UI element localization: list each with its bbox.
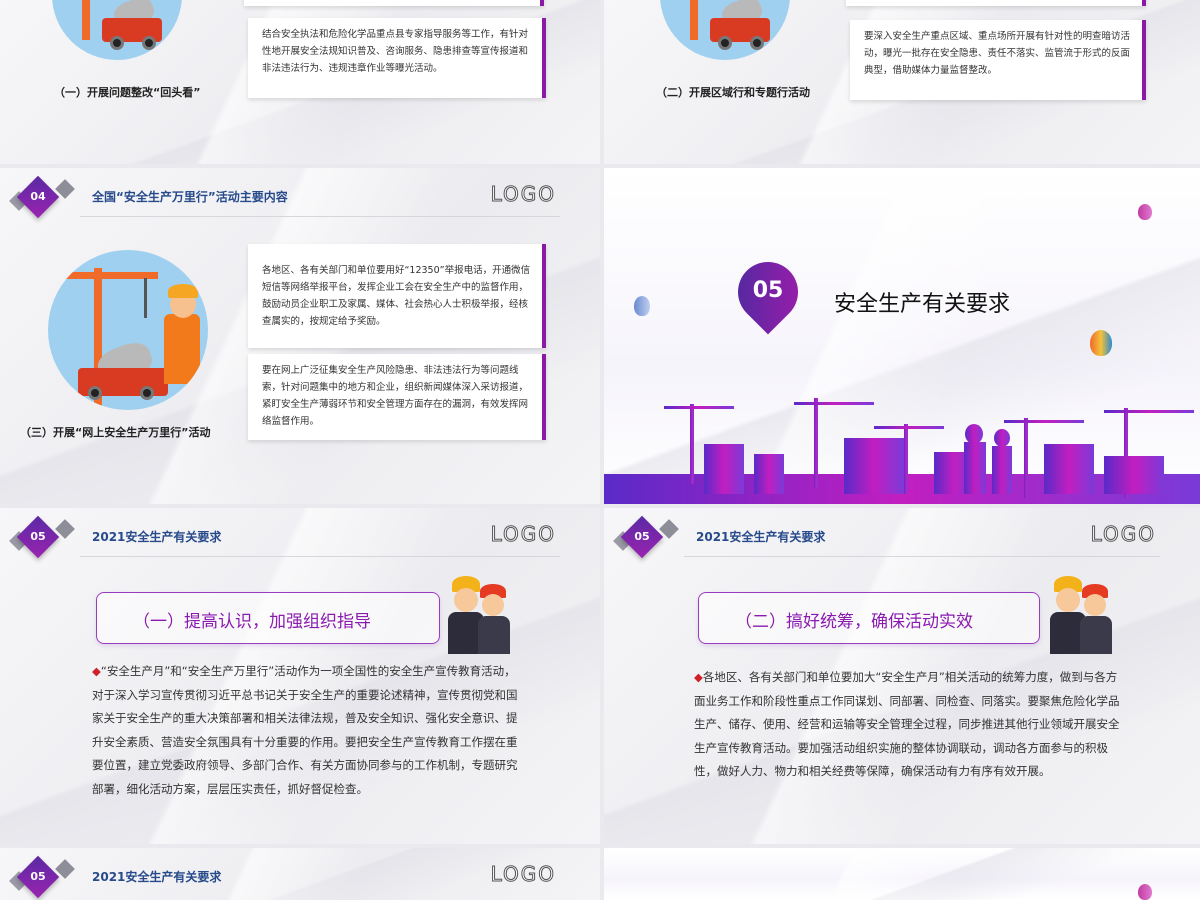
info-box-2: 要在网上广泛征集安全生产风险隐患、非法违法行为等问题线索，针对问题集中的地方和企… <box>248 354 546 440</box>
slide-header: 05 2021安全生产有关要求 LOGO <box>604 515 1200 566</box>
illustration-caption: （一）开展问题整改“回头看” <box>54 86 201 99</box>
hot-air-balloon-icon <box>634 296 650 316</box>
heading-text: （二）搞好统筹，确保活动实效 <box>735 612 973 632</box>
slide-thumbnail-04[interactable]: 04 全国“安全生产万里行”活动主要内容 LOGO （三）开展“网上安全生产万里… <box>0 168 600 504</box>
logo-placeholder: LOGO <box>490 182 556 207</box>
header-divider <box>80 216 560 217</box>
section-badge-number: 05 <box>30 870 46 883</box>
section-title: 安全生产有关要求 <box>834 292 1011 317</box>
hot-air-balloon-icon <box>1090 330 1112 356</box>
city-skyline-silhouette <box>604 398 1200 504</box>
slide-thumbnail-top-left[interactable]: 结合安全执法和危险化学品重点县专家指导服务等工作，有针对性地开展安全法规知识普及… <box>0 0 600 164</box>
info-box: 要深入安全生产重点区域、重点场所开展有针对性的明查暗访活动，曝光一批存在安全隐患… <box>850 20 1146 100</box>
bullet-diamond-icon: ◆ <box>694 670 703 684</box>
slide-thumbnail-05a[interactable]: 05 2021安全生产有关要求 LOGO （一）提高认识，加强组织指导 ◆“安全… <box>0 508 600 844</box>
slide-title: 2021安全生产有关要求 <box>696 530 826 544</box>
hot-air-balloon-icon <box>1138 884 1152 900</box>
body-paragraph-text: “安全生产月”和“安全生产万里行”活动作为一项全国性的安全生产宣传教育活动，对于… <box>92 664 518 796</box>
slide-header: 05 2021安全生产有关要求 LOGO <box>0 855 600 900</box>
slide-thumbnail-05b[interactable]: 05 2021安全生产有关要求 LOGO （二）搞好统筹，确保活动实效 ◆各地区… <box>604 508 1200 844</box>
info-box-2-text: 要在网上广泛征集安全生产风险隐患、非法违法行为等问题线索，针对问题集中的地方和企… <box>262 365 529 427</box>
slide-header: 05 2021安全生产有关要求 LOGO <box>0 515 600 566</box>
logo-placeholder: LOGO <box>1090 522 1156 547</box>
section-number: 05 <box>752 278 784 303</box>
slide-thumbnail-top-right[interactable]: 要深入安全生产重点区域、重点场所开展有针对性的明查暗访活动，曝光一批存在安全隐患… <box>604 0 1200 164</box>
slide-title: 全国“安全生产万里行”活动主要内容 <box>92 190 288 204</box>
workers-illustration <box>432 572 516 654</box>
header-divider <box>80 556 560 557</box>
construction-illustration <box>48 250 208 410</box>
body-paragraph-text: 各地区、各有关部门和单位要加大“安全生产月”相关活动的统筹力度，做到与各方面业务… <box>694 670 1120 778</box>
construction-illustration <box>660 0 790 60</box>
section-badge-number: 05 <box>634 530 650 543</box>
info-box-text: 结合安全执法和危险化学品重点县专家指导服务等工作，有针对性地开展安全法规知识普及… <box>262 29 529 74</box>
info-box-1: 各地区、各有关部门和单位要用好“12350”举报电话，开通微信短信等网络举报平台… <box>248 244 546 348</box>
slide-header: 04 全国“安全生产万里行”活动主要内容 LOGO <box>0 175 600 226</box>
info-box: 结合安全执法和危险化学品重点县专家指导服务等工作，有针对性地开展安全法规知识普及… <box>248 18 546 98</box>
bullet-diamond-icon: ◆ <box>92 664 101 678</box>
illustration-caption: （二）开展区域行和专题行活动 <box>656 86 810 99</box>
header-divider <box>684 556 1160 557</box>
info-box-top <box>244 0 544 6</box>
logo-placeholder: LOGO <box>490 862 556 887</box>
slide-title: 2021安全生产有关要求 <box>92 870 222 884</box>
section-badge-number: 05 <box>30 530 46 543</box>
info-box-1-text: 各地区、各有关部门和单位要用好“12350”举报电话，开通微信短信等网络举报平台… <box>262 265 531 327</box>
body-paragraph: ◆“安全生产月”和“安全生产万里行”活动作为一项全国性的安全生产宣传教育活动，对… <box>92 660 526 801</box>
slide-thumbnail-05-cover[interactable]: 05 安全生产有关要求 <box>604 168 1200 504</box>
section-badge-number: 04 <box>30 190 46 203</box>
info-box-text: 要深入安全生产重点区域、重点场所开展有针对性的明查暗访活动，曝光一批存在安全隐患… <box>864 31 1131 76</box>
logo-placeholder: LOGO <box>490 522 556 547</box>
body-paragraph: ◆各地区、各有关部门和单位要加大“安全生产月”相关活动的统筹力度，做到与各方面业… <box>694 666 1126 784</box>
slide-thumbnail-05c[interactable]: 05 2021安全生产有关要求 LOGO <box>0 848 600 900</box>
construction-illustration <box>52 0 182 60</box>
info-box-top <box>846 0 1146 6</box>
heading-text: （一）提高认识，加强组织指导 <box>133 612 371 632</box>
heading-box: （一）提高认识，加强组织指导 <box>96 592 440 644</box>
illustration-caption: （三）开展“网上安全生产万里行”活动 <box>20 426 211 439</box>
hot-air-balloon-icon <box>1138 204 1152 220</box>
slide-title: 2021安全生产有关要求 <box>92 530 222 544</box>
workers-illustration <box>1034 572 1118 654</box>
heading-box: （二）搞好统筹，确保活动实效 <box>698 592 1040 644</box>
slide-thumbnail-bottom-right[interactable] <box>604 848 1200 900</box>
